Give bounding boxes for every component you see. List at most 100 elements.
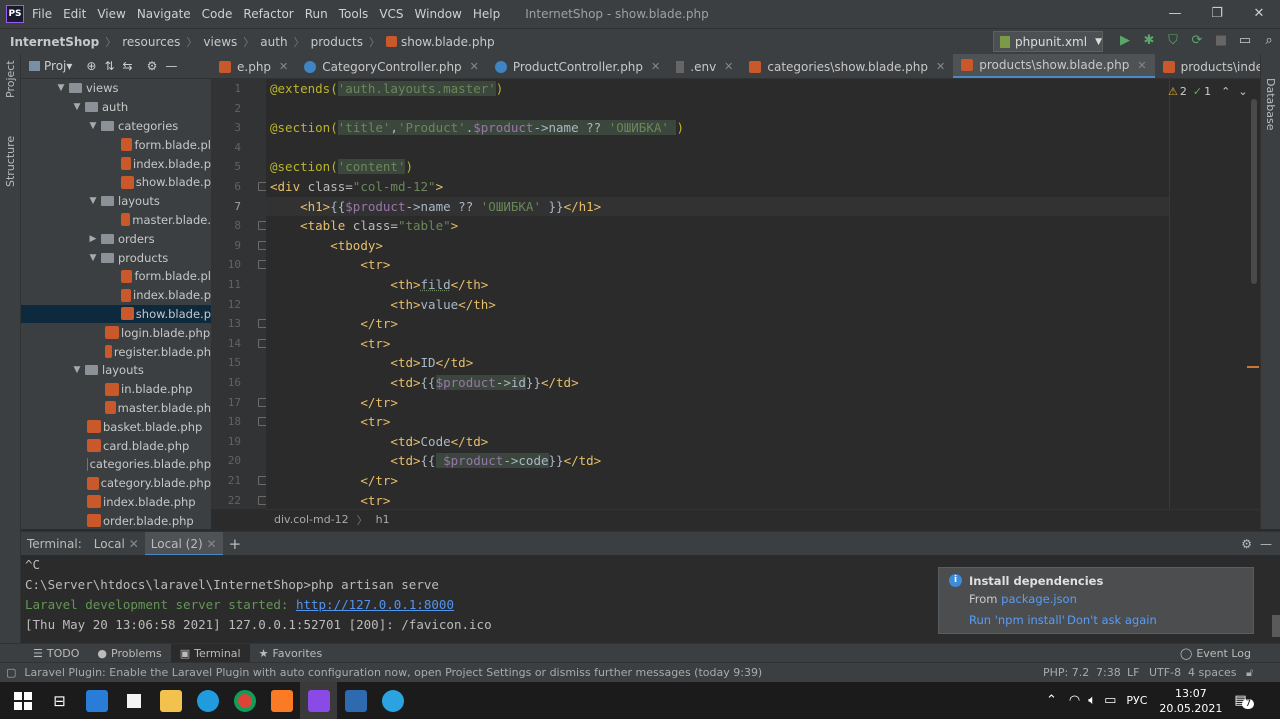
todo-tool[interactable]: ☰ TODO	[24, 644, 88, 663]
close-button[interactable]: ✕	[1238, 0, 1280, 28]
breadcrumb-h1[interactable]: h1	[376, 513, 390, 526]
chevron-down-icon[interactable]: ▼	[87, 253, 99, 263]
store-icon[interactable]	[115, 682, 152, 719]
line-number[interactable]: 14	[211, 337, 241, 350]
caret-position[interactable]: 7:38	[1096, 666, 1121, 679]
editor-tab[interactable]: e.php ✕	[211, 54, 296, 78]
line-number[interactable]: 16	[211, 376, 241, 389]
coverage-icon[interactable]: ⛉	[1161, 33, 1185, 48]
tree-item[interactable]: card.blade.php	[21, 436, 211, 455]
close-icon[interactable]: ✕	[651, 60, 660, 73]
chevron-down-icon[interactable]: ▼	[87, 196, 99, 206]
line-number[interactable]: 19	[211, 435, 241, 448]
editor-tab[interactable]: products\show.blade.php ✕	[953, 54, 1155, 78]
problems-tool[interactable]: ● Problems	[88, 644, 170, 663]
crumb-project[interactable]: InternetShop	[10, 35, 99, 49]
new-terminal-icon[interactable]: +	[223, 532, 248, 556]
line-number[interactable]: 1	[211, 82, 241, 95]
breadcrumb-div[interactable]: div.col-md-12	[274, 513, 349, 526]
close-icon[interactable]: ✕	[470, 60, 479, 73]
crumb-auth[interactable]: auth	[260, 35, 287, 49]
line-number[interactable]: 22	[211, 494, 241, 507]
favorites-tool[interactable]: ★ Favorites	[250, 644, 332, 663]
editor-tab[interactable]: CategoryController.php ✕	[296, 54, 487, 78]
run-icon[interactable]: ▶	[1113, 33, 1137, 48]
prev-highlight-icon[interactable]: ⌃	[1221, 85, 1230, 98]
menu-refactor[interactable]: Refactor	[243, 7, 293, 21]
line-number[interactable]: 9	[211, 239, 241, 252]
indent-setting[interactable]: 4 spaces	[1188, 666, 1237, 679]
file-encoding[interactable]: UTF-8	[1149, 666, 1181, 679]
lock-icon[interactable]: 🔓︎	[1246, 666, 1253, 680]
menu-tools[interactable]: Tools	[339, 7, 369, 21]
crumb-products[interactable]: products	[311, 35, 363, 49]
terminal-tab-local-2[interactable]: Local (2) ✕	[144, 531, 223, 556]
chevron-down-icon[interactable]: ▼	[87, 121, 99, 131]
line-number[interactable]: 17	[211, 396, 241, 409]
line-number[interactable]: 20	[211, 454, 241, 467]
chrome-icon[interactable]	[226, 682, 263, 719]
tree-item[interactable]: index.blade.p	[21, 154, 211, 173]
tree-item[interactable]: ▼ views	[21, 79, 211, 98]
mail-icon[interactable]	[78, 682, 115, 719]
maximize-button[interactable]: ❐	[1196, 0, 1238, 28]
editor-tab[interactable]: categories\show.blade.php ✕	[741, 54, 953, 78]
tree-item[interactable]: ▼ auth	[21, 98, 211, 117]
line-number[interactable]: 10	[211, 258, 241, 271]
menu-code[interactable]: Code	[202, 7, 233, 21]
next-highlight-icon[interactable]: ⌄	[1238, 85, 1247, 98]
profile-icon[interactable]: ⟳	[1185, 33, 1209, 48]
line-number[interactable]: 6	[211, 180, 241, 193]
tree-item[interactable]: order.blade.php	[21, 511, 211, 529]
menu-view[interactable]: View	[97, 7, 125, 21]
tree-item[interactable]: ▼ categories	[21, 117, 211, 136]
structure-side-tab[interactable]: Structure	[4, 136, 17, 187]
tree-item[interactable]: ▼ products	[21, 248, 211, 267]
gear-icon[interactable]: ⚙	[1241, 537, 1252, 551]
tree-item[interactable]: category.blade.php	[21, 474, 211, 493]
terminal-tab-local[interactable]: Local ✕	[88, 532, 145, 556]
tree-item[interactable]: show.blade.p	[21, 304, 211, 324]
tree-item[interactable]: categories.blade.php	[21, 455, 211, 474]
tree-item[interactable]: master.blade.	[21, 211, 211, 230]
close-icon[interactable]: ✕	[724, 60, 733, 73]
database-side-tab[interactable]: Database	[1264, 78, 1277, 131]
close-icon[interactable]: ✕	[1137, 59, 1146, 72]
line-number[interactable]: 2	[211, 102, 241, 115]
task-view-icon[interactable]: ⊟	[41, 682, 78, 719]
expand-all-icon[interactable]: ⇅	[104, 59, 114, 73]
hide-icon[interactable]: —	[1260, 537, 1272, 551]
wifi-icon[interactable]: ◠	[1069, 693, 1080, 708]
php-version[interactable]: PHP: 7.2	[1043, 666, 1089, 679]
line-separator[interactable]: LF	[1127, 666, 1139, 679]
editor-tab[interactable]: .env ✕	[668, 54, 741, 78]
menu-help[interactable]: Help	[473, 7, 500, 21]
layout-icon[interactable]: ▭	[1233, 33, 1257, 48]
file-explorer-icon[interactable]	[152, 682, 189, 719]
chevron-right-icon[interactable]: ▶	[87, 234, 99, 244]
menu-file[interactable]: File	[32, 7, 52, 21]
hide-icon[interactable]: —	[165, 59, 177, 73]
edge-icon[interactable]	[189, 682, 226, 719]
vscode-icon[interactable]	[337, 682, 374, 719]
package-json-link[interactable]: package.json	[1001, 592, 1077, 606]
menu-edit[interactable]: Edit	[63, 7, 86, 21]
tray-chevron-icon[interactable]: ⌃	[1046, 693, 1057, 708]
search-icon[interactable]: ⌕	[1257, 33, 1280, 48]
status-message[interactable]: Laravel Plugin: Enable the Laravel Plugi…	[24, 666, 762, 679]
clock[interactable]: 13:07 20.05.2021	[1159, 686, 1222, 716]
line-number[interactable]: 8	[211, 219, 241, 232]
tree-item[interactable]: ▼ layouts	[21, 361, 211, 380]
npm-install-link[interactable]: Run 'npm install'	[969, 613, 1065, 627]
chevron-down-icon[interactable]: ▼	[71, 102, 83, 112]
menu-window[interactable]: Window	[415, 7, 462, 21]
chevron-down-icon[interactable]: ▼	[55, 83, 67, 93]
line-number[interactable]: 4	[211, 141, 241, 154]
project-side-tab[interactable]: Project	[4, 60, 17, 98]
debug-icon[interactable]: ✱	[1137, 33, 1161, 48]
start-icon[interactable]	[4, 682, 41, 719]
notification-center-icon[interactable]: ▤ 7	[1234, 693, 1255, 709]
crumb-resources[interactable]: resources	[122, 35, 180, 49]
tree-item[interactable]: index.blade.php	[21, 493, 211, 512]
warning-marker[interactable]	[1247, 366, 1259, 368]
